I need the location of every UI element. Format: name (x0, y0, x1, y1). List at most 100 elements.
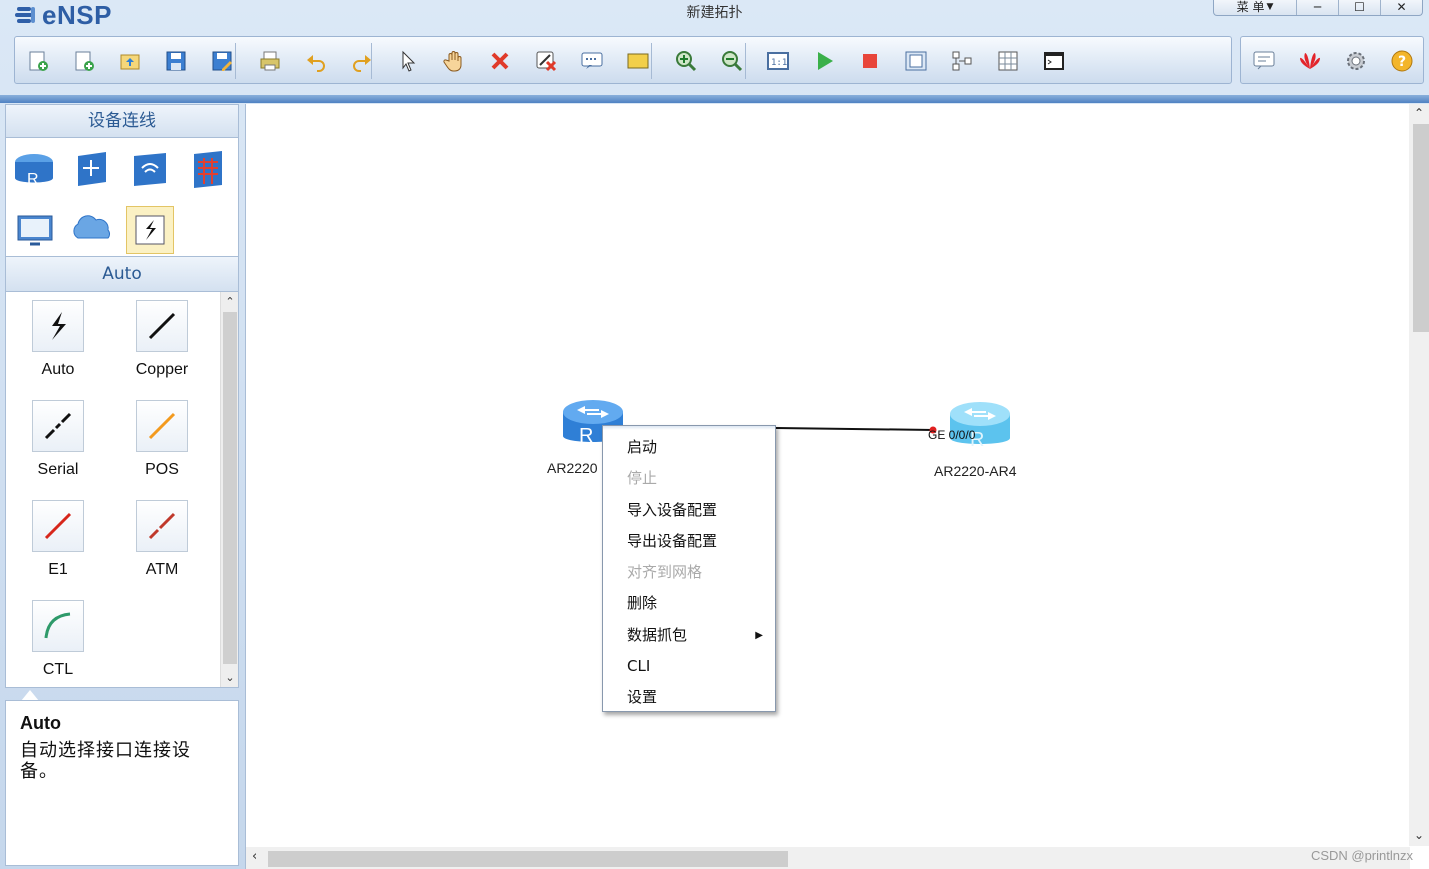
device-label: AR2220-AR4 (934, 463, 1017, 479)
scroll-up-icon[interactable]: ⌃ (221, 294, 238, 310)
link-category-title: Auto (5, 256, 239, 292)
close-button[interactable]: ✕ (1380, 0, 1422, 15)
scroll-thumb[interactable] (223, 312, 237, 664)
copper-link-icon (136, 300, 188, 352)
context-menu-item[interactable]: 导出设备配置 (603, 526, 775, 557)
router-icon[interactable]: R (10, 146, 58, 194)
context-menu-item[interactable]: 设置 (603, 682, 775, 713)
context-menu-item-label: 导入设备配置 (627, 500, 718, 519)
context-menu-item-label: 停止 (627, 469, 658, 488)
scroll-down-icon[interactable]: ⌄ (1409, 828, 1429, 846)
svg-text:R: R (579, 425, 593, 447)
cloud-icon[interactable] (68, 206, 116, 254)
main-menu-button[interactable]: 菜 单 ▼ (1214, 0, 1296, 15)
main-toolbar: 1:1 (14, 36, 1232, 84)
context-menu-item[interactable]: 导入设备配置 (603, 495, 775, 526)
start-devices-icon[interactable] (811, 48, 837, 74)
toolbar-separator (745, 43, 746, 79)
context-menu-item[interactable]: 启动 (603, 432, 775, 463)
save-icon[interactable] (163, 48, 189, 74)
rectangle-icon[interactable] (625, 48, 651, 74)
scroll-down-icon[interactable]: ⌄ (221, 670, 238, 686)
link-type-pos[interactable]: POS (112, 400, 212, 479)
fit-view-icon[interactable]: 1:1 (765, 48, 791, 74)
wlan-icon[interactable] (126, 146, 174, 194)
context-menu-item[interactable]: 数据抓包 ▶ (603, 620, 775, 651)
open-icon[interactable] (117, 48, 143, 74)
chevron-down-icon: ▼ (1266, 1, 1274, 12)
chat-icon[interactable] (1251, 48, 1277, 74)
link-type-label: POS (145, 461, 179, 478)
context-menu-item: 对齐到网格 (603, 557, 775, 588)
port-label: GE 0/0/0 (928, 428, 976, 442)
context-menu-item-label: 删除 (627, 594, 658, 613)
topology-canvas[interactable]: R AR2220 R GE 0/0/0 AR2220-AR4 ⌃ ⌄ ‹ CSD… (245, 104, 1429, 869)
link-type-serial[interactable]: Serial (8, 400, 108, 479)
link-type-label: CTL (42, 661, 74, 678)
context-menu-item-label: 导出设备配置 (627, 531, 718, 550)
capture-icon[interactable] (903, 48, 929, 74)
svg-text:?: ? (1398, 54, 1406, 70)
link-type-copper[interactable]: Copper (112, 300, 212, 379)
zoom-in-icon[interactable] (673, 48, 699, 74)
topology-icon[interactable] (949, 48, 975, 74)
submenu-arrow-icon: ▶ (755, 629, 763, 641)
toolbar-divider (0, 95, 1429, 103)
scroll-up-icon[interactable]: ⌃ (1409, 106, 1429, 124)
link-type-auto[interactable]: Auto (8, 300, 108, 379)
pos-link-icon (136, 400, 188, 452)
ctl-link-icon (32, 600, 84, 652)
context-menu-item[interactable]: 删除 (603, 588, 775, 619)
context-menu-item-label: 设置 (627, 688, 658, 707)
context-menu-item[interactable]: CLI (603, 651, 775, 682)
window-controls: 菜 单 ▼ ─ ☐ ✕ (1213, 0, 1423, 16)
canvas-vertical-scrollbar[interactable]: ⌃ ⌄ (1409, 104, 1429, 846)
help-icon[interactable]: ? (1389, 48, 1415, 74)
minimize-button[interactable]: ─ (1296, 0, 1338, 15)
select-icon[interactable] (395, 48, 421, 74)
context-menu-item-label: 数据抓包 (627, 625, 688, 644)
link-type-label: E1 (48, 561, 68, 578)
canvas-horizontal-scrollbar[interactable]: ‹ (246, 847, 1410, 869)
device-category-grid: R (5, 138, 239, 256)
device-category-title: 设备连线 (5, 104, 239, 138)
context-menu-item: 停止 (603, 463, 775, 494)
save-as-icon[interactable] (209, 48, 235, 74)
link-type-ctl[interactable]: CTL (8, 600, 108, 679)
delete-all-links-icon[interactable] (533, 48, 559, 74)
maximize-button[interactable]: ☐ (1338, 0, 1380, 15)
link-line[interactable] (775, 427, 935, 431)
stop-devices-icon[interactable] (857, 48, 883, 74)
switch-icon[interactable] (68, 146, 116, 194)
undo-icon[interactable] (303, 48, 329, 74)
scroll-thumb[interactable] (268, 851, 788, 867)
console-icon[interactable] (1041, 48, 1067, 74)
pan-hand-icon[interactable] (441, 48, 467, 74)
scroll-thumb[interactable] (1413, 124, 1429, 332)
connection-icon[interactable] (126, 206, 174, 254)
link-type-label: ATM (145, 561, 179, 578)
toolbar-separator (235, 43, 236, 79)
delete-icon[interactable] (487, 48, 513, 74)
toolbar-separator (651, 43, 652, 79)
device-panel: 设备连线 R Auto CTL ATM E1 POS Serial Copper Auto … (5, 104, 239, 866)
grid-icon[interactable] (995, 48, 1021, 74)
link-list-scrollbar[interactable]: ⌃ ⌄ (220, 292, 238, 687)
aux-toolbar: ? (1240, 36, 1424, 84)
link-type-list: CTL ATM E1 POS Serial Copper Auto ⌃ ⌄ (5, 292, 239, 688)
pc-icon[interactable] (12, 206, 60, 254)
huawei-logo-icon[interactable] (1297, 48, 1323, 74)
scroll-left-icon[interactable]: ‹ (252, 849, 257, 864)
new-topology-icon[interactable] (25, 48, 51, 74)
zoom-out-icon[interactable] (719, 48, 745, 74)
new-blank-icon[interactable] (71, 48, 97, 74)
settings-gear-icon[interactable] (1343, 48, 1369, 74)
firewall-icon[interactable] (184, 146, 232, 194)
context-menu-item-label: 启动 (627, 438, 658, 456)
print-icon[interactable] (257, 48, 283, 74)
link-type-e1[interactable]: E1 (8, 500, 108, 579)
context-menu-item-label: CLI (627, 657, 651, 676)
svg-text:R: R (27, 171, 39, 188)
text-note-icon[interactable] (579, 48, 605, 74)
link-type-atm[interactable]: ATM (112, 500, 212, 579)
